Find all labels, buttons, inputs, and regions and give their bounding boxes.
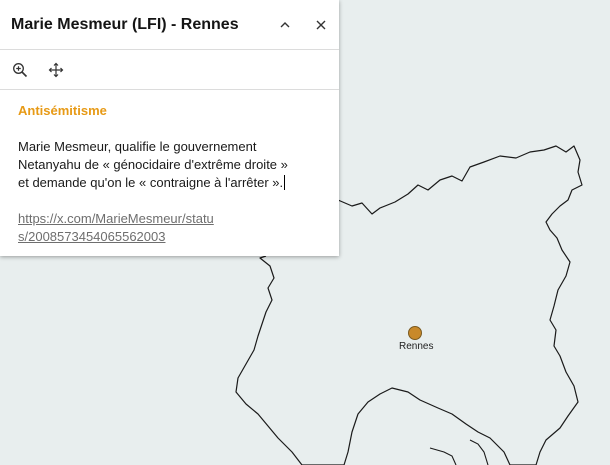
zoom-to-button[interactable] bbox=[10, 60, 30, 80]
zoom-in-icon bbox=[13, 62, 28, 77]
move-icon bbox=[48, 62, 64, 77]
river-inlet bbox=[429, 439, 489, 465]
pan-to-button[interactable] bbox=[46, 60, 66, 80]
feature-popup: Marie Mesmeur (LFI) - Rennes Antisémitis… bbox=[0, 0, 339, 256]
text-cursor bbox=[284, 175, 286, 190]
close-button[interactable] bbox=[303, 0, 339, 50]
city-marker[interactable] bbox=[408, 326, 422, 340]
popup-header: Marie Mesmeur (LFI) - Rennes bbox=[0, 0, 339, 50]
city-label: Rennes bbox=[399, 341, 433, 352]
source-link[interactable]: https://x.com/MarieMesmeur/status/200857… bbox=[18, 210, 223, 246]
popup-toolbar bbox=[0, 50, 339, 90]
chevron-up-icon bbox=[280, 21, 290, 27]
close-icon bbox=[316, 20, 326, 29]
description-content: Marie Mesmeur, qualifie le gouvernement … bbox=[18, 139, 288, 190]
popup-body: Antisémitisme Marie Mesmeur, qualifie le… bbox=[0, 90, 339, 246]
category-heading: Antisémitisme bbox=[18, 103, 107, 118]
description-text: Marie Mesmeur, qualifie le gouvernement … bbox=[18, 138, 321, 192]
popup-title: Marie Mesmeur (LFI) - Rennes bbox=[11, 15, 239, 33]
collapse-button[interactable] bbox=[267, 0, 303, 50]
